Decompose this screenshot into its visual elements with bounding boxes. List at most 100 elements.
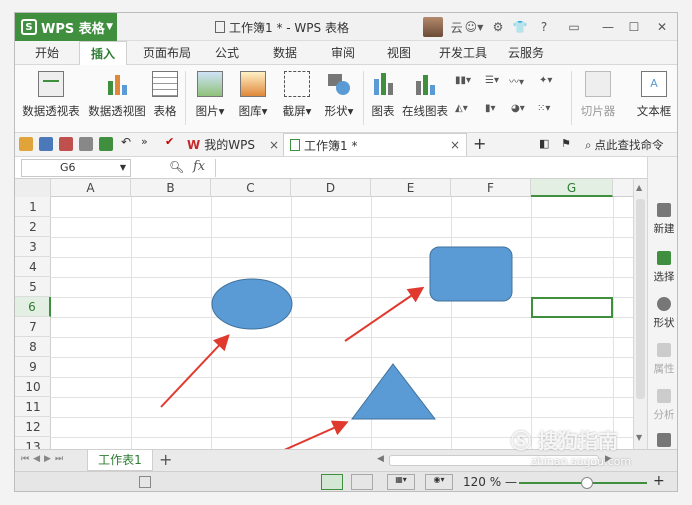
slicer-button[interactable]: 切片器 (577, 69, 619, 127)
print-icon[interactable] (79, 137, 93, 151)
record-macro-icon[interactable] (139, 476, 151, 488)
zoom-out-button[interactable]: — (505, 475, 517, 489)
restore-icon[interactable]: ▭ (565, 17, 583, 37)
table-button[interactable]: 表格 (149, 69, 181, 127)
tab-cloud[interactable]: 云服务 (503, 41, 549, 65)
radar-chart-icon[interactable]: ✦▾ (539, 71, 552, 89)
flag-icon[interactable]: ⚑ (561, 137, 571, 150)
workbook-tab[interactable]: 工作簿1 * × (283, 133, 467, 156)
export-pdf-icon[interactable] (59, 137, 73, 151)
triangle-shape[interactable] (351, 363, 437, 420)
function-icon[interactable]: fx (193, 159, 205, 174)
ribbon-separator (363, 71, 364, 125)
close-icon[interactable]: × (269, 138, 279, 152)
add-sheet-button[interactable]: + (159, 450, 172, 469)
tab-developer[interactable]: 开发工具 (435, 41, 491, 65)
name-box[interactable]: G6 ▼ (21, 159, 131, 177)
panel-new[interactable]: 新建 (648, 203, 677, 236)
chevron-down-icon: ▼ (119, 163, 126, 172)
minimize-button[interactable]: — (599, 17, 617, 37)
panel-shapes[interactable]: 形状 (648, 297, 677, 330)
column-chart-icon[interactable]: ▮▮▾ (455, 71, 471, 89)
avatar[interactable] (421, 17, 445, 37)
sheet-nav-icons[interactable]: ⏮◀▶⏭ (21, 454, 67, 464)
panel-select[interactable]: 选择 (648, 251, 677, 284)
zoom-search-icon[interactable]: 🔍︎ (169, 160, 184, 174)
close-button[interactable]: ✕ (653, 17, 671, 37)
page-break-view-icon[interactable] (351, 474, 373, 490)
document-menu-icon[interactable]: ◧ (539, 137, 549, 150)
gallery-button[interactable]: 图库▾ (233, 69, 273, 127)
sogou-icon: Ⓢ (511, 429, 531, 453)
shapes-button[interactable]: 形状▾ (319, 69, 359, 127)
close-icon[interactable]: × (450, 138, 460, 152)
reading-mode-icon[interactable]: ▦▾ (387, 474, 415, 490)
tab-home[interactable]: 开始 (27, 41, 67, 65)
save-icon[interactable] (39, 137, 53, 151)
pivot-chart-button[interactable]: 数据透视图 (87, 69, 147, 127)
chevron-down-icon: ▼ (477, 22, 484, 32)
bar-chart-icon[interactable]: ☰▾ (485, 71, 499, 89)
chart-button[interactable]: 图表 (367, 69, 399, 127)
tab-data[interactable]: 数据 (267, 41, 303, 65)
undo-icon[interactable]: ↶ (121, 135, 135, 149)
zoom-level[interactable]: 120 % (463, 475, 501, 489)
shapes-icon (326, 71, 352, 97)
user-menu[interactable]: 云 ☺ ▼ (447, 17, 487, 37)
pivot-table-button[interactable]: 数据透视表 (21, 69, 81, 127)
my-wps-tab[interactable]: W 我的WPS × (187, 136, 279, 153)
ellipse-shape[interactable] (211, 278, 293, 330)
vertical-scrollbar[interactable]: ▲ ▼ (633, 179, 647, 449)
panel-properties[interactable]: 属性 (648, 343, 677, 376)
tab-formulas[interactable]: 公式 (209, 41, 245, 65)
pie-chart-icon[interactable]: ◕▾ (511, 99, 525, 117)
scroll-down-icon[interactable]: ▼ (636, 433, 642, 442)
scroll-left-icon[interactable]: ◀ (377, 454, 384, 464)
scrollbar-thumb[interactable] (636, 199, 645, 399)
online-chart-button[interactable]: 在线图表 (401, 69, 449, 127)
formula-input[interactable] (215, 159, 645, 177)
spreadsheet-grid[interactable]: A B C D E F G 1 2 3 4 5 6 7 8 9 10 11 12… (15, 179, 633, 449)
tab-page-layout[interactable]: 页面布局 (139, 41, 195, 65)
picture-button[interactable]: 图片▾ (193, 69, 227, 127)
drawing-layer (160, 246, 513, 449)
line-chart-icon[interactable]: 〰▾ (509, 71, 524, 89)
stock-chart-icon[interactable]: ▮▾ (485, 99, 496, 117)
sheet-tab-active[interactable]: 工作表1 (87, 450, 153, 471)
red-arrow (284, 420, 349, 449)
eye-protect-icon[interactable]: ◉▾ (425, 474, 453, 490)
tab-review[interactable]: 审阅 (325, 41, 361, 65)
wps-w-icon: W (187, 137, 201, 152)
textbox-button[interactable]: A 文本框 (631, 69, 677, 127)
rounded-rectangle-shape[interactable] (429, 246, 513, 302)
area-chart-icon[interactable]: ◭▾ (455, 99, 468, 117)
maximize-button[interactable]: ☐ (625, 17, 643, 37)
spreadsheet-icon (290, 139, 300, 151)
scroll-up-icon[interactable]: ▲ (636, 183, 642, 192)
document-icon (215, 21, 225, 33)
redo-icon[interactable]: ✔ (165, 135, 179, 149)
command-search[interactable]: ⌕ 点此查找命令 (585, 137, 663, 153)
open-icon[interactable] (19, 137, 33, 151)
zoom-in-button[interactable]: + (653, 473, 665, 489)
table-icon (152, 71, 178, 97)
panel-analysis[interactable]: 分析 (648, 389, 677, 422)
screenshot-button[interactable]: 截屏▾ (277, 69, 317, 127)
watermark-url: zhinan.sogou.com (531, 455, 632, 468)
new-doc-icon (657, 203, 671, 217)
new-tab-button[interactable]: + (473, 134, 486, 153)
scatter-chart-icon[interactable]: ⁙▾ (537, 99, 550, 117)
app-menu-button[interactable]: S WPS 表格 ▼ (15, 13, 117, 41)
quick-access-toolbar: ↶ » ✔ W 我的WPS × 工作簿1 * × + ◧ ⚑ ⌕ 点此查找命令 (15, 133, 677, 157)
shirt-icon[interactable]: 👕 (509, 17, 531, 37)
zoom-slider-handle[interactable] (581, 477, 593, 489)
skin-icon[interactable]: ⚙ (491, 17, 505, 37)
normal-view-icon[interactable] (321, 474, 343, 490)
more-icon[interactable]: » (141, 135, 155, 149)
tab-view[interactable]: 视图 (381, 41, 417, 65)
help-button[interactable]: ? (535, 17, 553, 37)
print-preview-icon[interactable] (99, 137, 113, 151)
chevron-down-icon: ▼ (106, 22, 113, 32)
ribbon-separator (571, 71, 572, 125)
tab-insert[interactable]: 插入 (79, 41, 127, 65)
